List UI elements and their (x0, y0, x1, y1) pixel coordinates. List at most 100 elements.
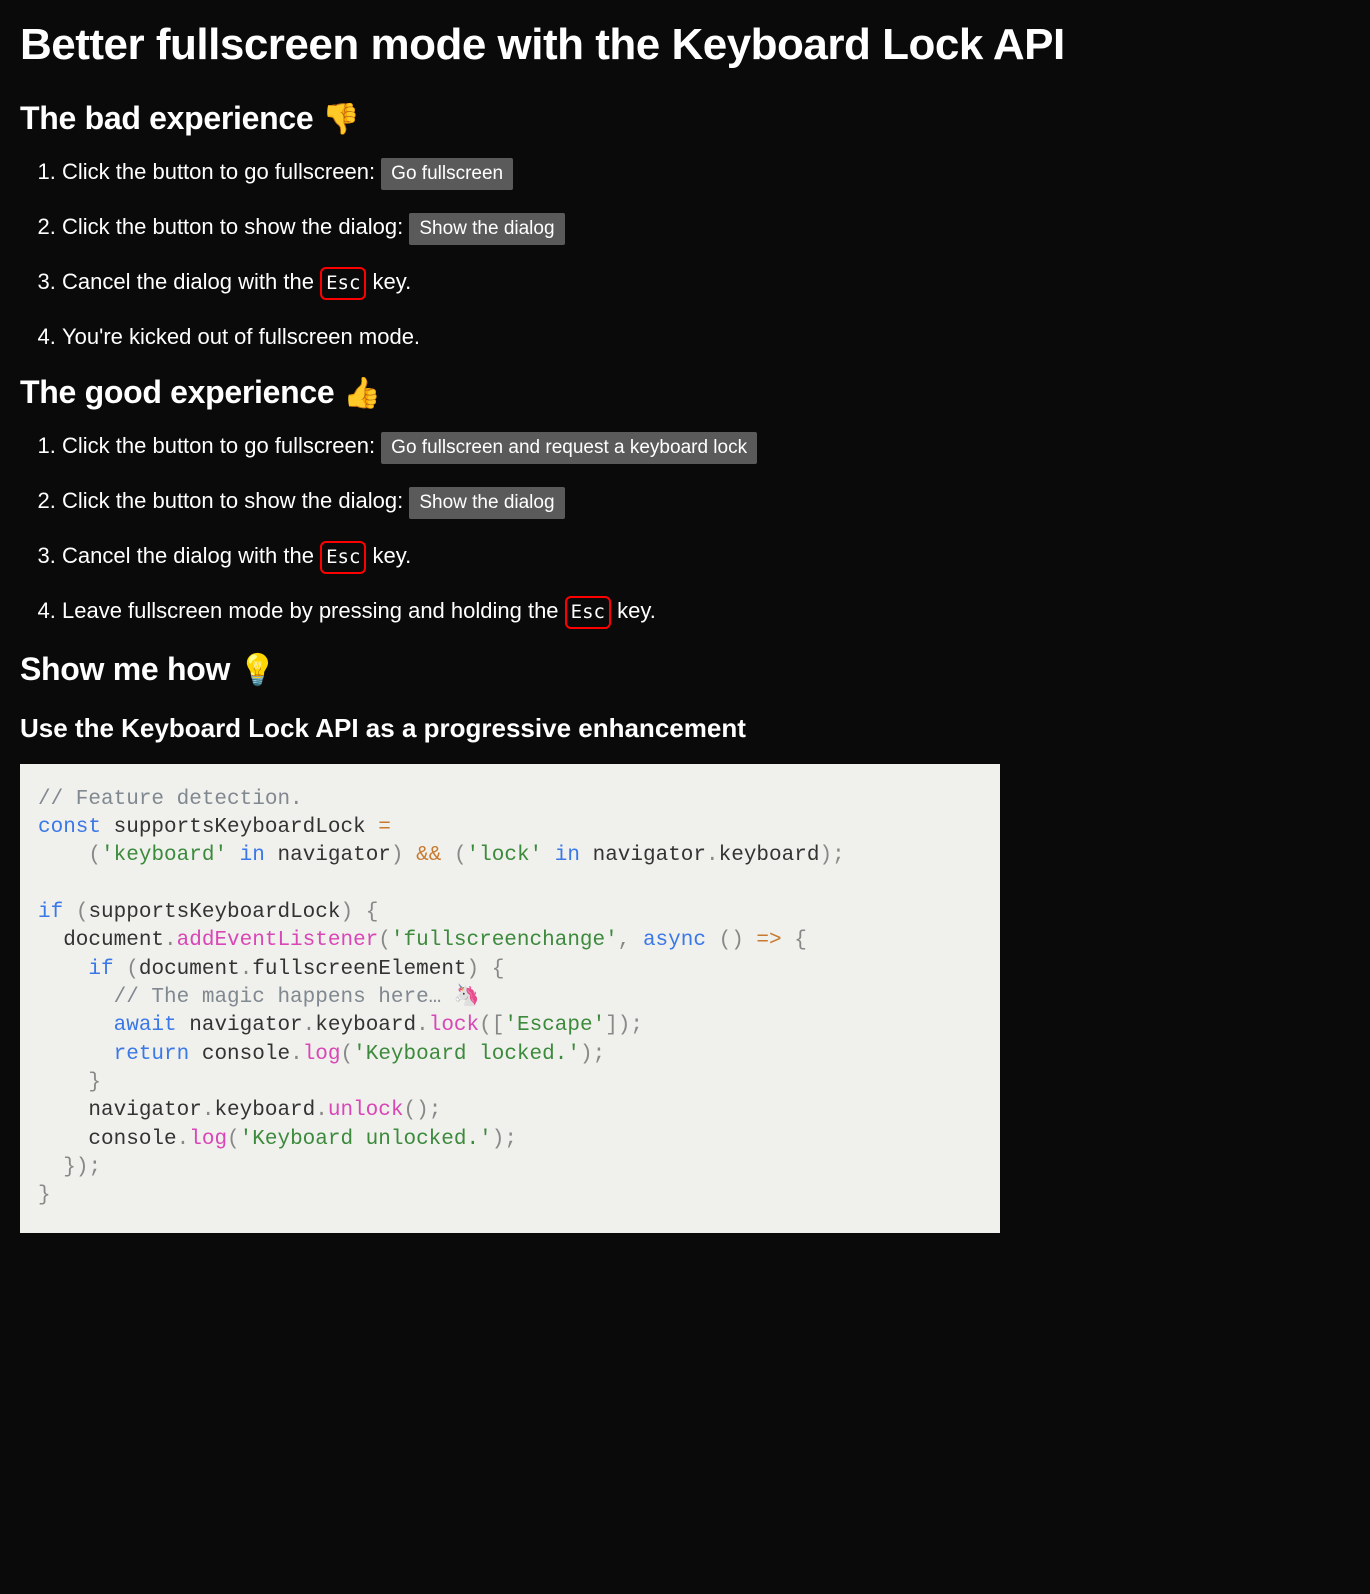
code-token (479, 958, 492, 981)
step-text: key. (366, 269, 411, 294)
list-item: Click the button to go fullscreen: Go fu… (62, 431, 1350, 464)
code-token (706, 929, 719, 952)
code-token: ( (404, 1099, 417, 1122)
code-token: ) (340, 901, 353, 924)
step-text: Click the button to go fullscreen: (62, 159, 381, 184)
thumbs-up-icon: 👍 (343, 376, 381, 410)
list-item: You're kicked out of fullscreen mode. (62, 322, 1350, 353)
code-token (38, 958, 88, 981)
code-token: 'Escape' (504, 1014, 605, 1037)
good-experience-heading: The good experience 👍 (20, 374, 1350, 411)
code-token: && (404, 844, 454, 867)
code-token: unlock (328, 1099, 404, 1122)
list-item: Click the button to show the dialog: Sho… (62, 486, 1350, 519)
code-token (630, 929, 643, 952)
code-token: ) (467, 958, 480, 981)
code-token: ( (126, 958, 139, 981)
code-token: ) (391, 844, 404, 867)
code-token: navigator (277, 844, 390, 867)
code-comment: // Feature detection. (38, 788, 303, 811)
go-fullscreen-button[interactable]: Go fullscreen (381, 158, 513, 190)
code-token: ] (605, 1014, 618, 1037)
list-item: Click the button to go fullscreen: Go fu… (62, 157, 1350, 190)
code-token: ) (492, 1128, 505, 1151)
how-heading-text: Show me how (20, 651, 239, 687)
code-token: } (38, 1184, 51, 1207)
good-heading-text: The good experience (20, 374, 343, 410)
bad-experience-heading: The bad experience 👎 (20, 100, 1350, 137)
code-token (38, 1014, 114, 1037)
list-item: Leave fullscreen mode by pressing and ho… (62, 596, 1350, 629)
code-token: { (492, 958, 505, 981)
code-token: document (38, 929, 164, 952)
esc-key: Esc (565, 596, 611, 629)
code-token (38, 1043, 114, 1066)
code-token: fullscreenElement (252, 958, 466, 981)
code-token (38, 986, 114, 1009)
thumbs-down-icon: 👎 (322, 102, 360, 136)
page-title: Better fullscreen mode with the Keyboard… (20, 20, 1350, 70)
code-token: ( (479, 1014, 492, 1037)
step-text: Leave fullscreen mode by pressing and ho… (62, 598, 565, 623)
code-token (38, 1071, 88, 1094)
code-token: { (366, 901, 379, 924)
code-token: 'keyboard' (101, 844, 227, 867)
code-token: async (643, 929, 706, 952)
code-token: const (38, 816, 101, 839)
lightbulb-icon: 💡 (239, 653, 277, 687)
code-token: ; (630, 1014, 643, 1037)
bad-steps-list: Click the button to go fullscreen: Go fu… (62, 157, 1350, 352)
code-token: { (794, 929, 807, 952)
code-token (38, 1156, 63, 1179)
code-comment: // The magic happens here… 🦄 (114, 986, 480, 1009)
code-token: 'fullscreenchange' (391, 929, 618, 952)
code-token: ; (88, 1156, 101, 1179)
code-token: = (378, 816, 391, 839)
step-text: key. (366, 543, 411, 568)
code-token: . (706, 844, 719, 867)
esc-key: Esc (320, 267, 366, 300)
code-token: ( (76, 901, 89, 924)
code-token (114, 958, 127, 981)
code-token (38, 844, 88, 867)
list-item: Click the button to show the dialog: Sho… (62, 212, 1350, 245)
code-token: if (88, 958, 113, 981)
code-token: ; (832, 844, 845, 867)
code-token: ( (341, 1043, 354, 1066)
step-text: key. (611, 598, 656, 623)
code-token: ; (504, 1128, 517, 1151)
code-token: document (139, 958, 240, 981)
code-token: . (416, 1014, 429, 1037)
code-token: => (756, 929, 781, 952)
code-token: ) (819, 844, 832, 867)
code-token: . (240, 958, 253, 981)
step-text: Cancel the dialog with the (62, 543, 320, 568)
step-text: Cancel the dialog with the (62, 269, 320, 294)
list-item: Cancel the dialog with the Esc key. (62, 541, 1350, 574)
code-token: in (542, 844, 592, 867)
good-steps-list: Click the button to go fullscreen: Go fu… (62, 431, 1350, 628)
code-token: navigator (593, 844, 706, 867)
go-fullscreen-lock-button[interactable]: Go fullscreen and request a keyboard loc… (381, 432, 757, 464)
code-token: ( (88, 844, 101, 867)
subheading: Use the Keyboard Lock API as a progressi… (20, 713, 1350, 744)
step-text: Click the button to show the dialog: (62, 214, 409, 239)
code-token: . (164, 929, 177, 952)
code-token: . (290, 1043, 303, 1066)
code-token: ) (731, 929, 744, 952)
code-token: ; (429, 1099, 442, 1122)
show-dialog-button[interactable]: Show the dialog (409, 487, 564, 519)
show-dialog-button[interactable]: Show the dialog (409, 213, 564, 245)
code-token: return (114, 1043, 190, 1066)
code-token (744, 929, 757, 952)
code-token: . (315, 1099, 328, 1122)
code-token: . (202, 1099, 215, 1122)
code-token: await (114, 1014, 177, 1037)
code-token: navigator (38, 1099, 202, 1122)
code-block: // Feature detection. const supportsKeyb… (20, 764, 1000, 1233)
code-token (63, 901, 76, 924)
code-token: , (618, 929, 631, 952)
esc-key: Esc (320, 541, 366, 574)
code-token (782, 929, 795, 952)
code-token: navigator (177, 1014, 303, 1037)
